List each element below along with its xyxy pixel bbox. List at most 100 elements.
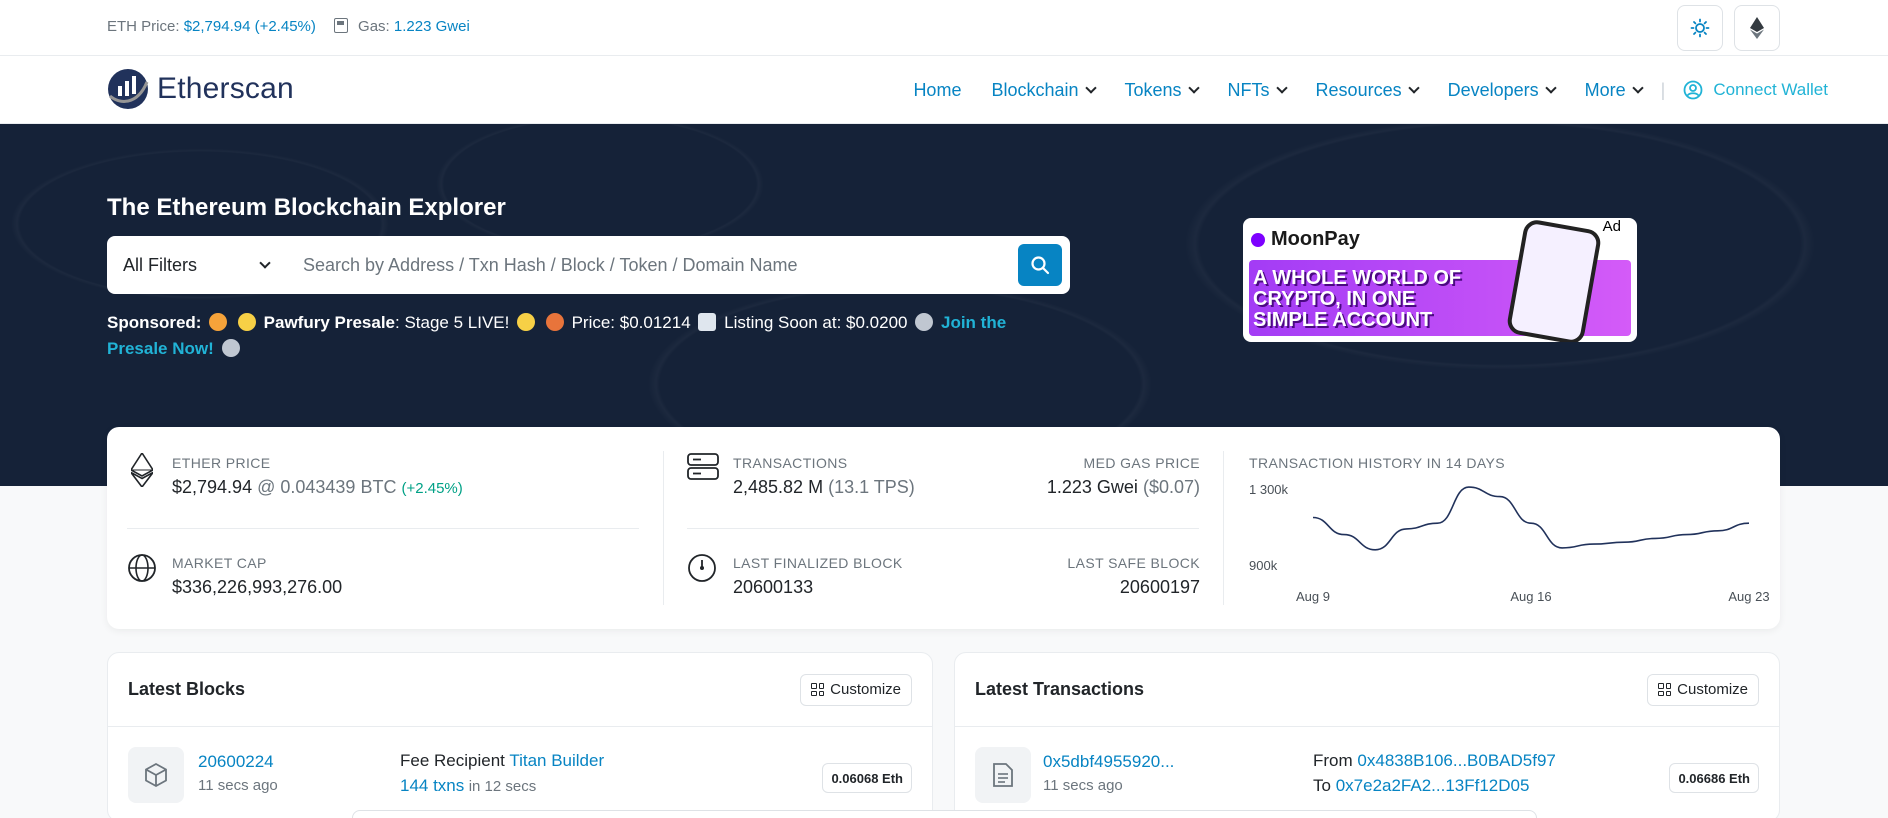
latest-blocks-panel: Latest Blocks Customize 20600224 11 secs… bbox=[107, 652, 933, 818]
sponsored-name: Pawfury Presale bbox=[263, 313, 396, 332]
main-navbar: Etherscan Home Blockchain Tokens NFTs Re… bbox=[0, 56, 1888, 124]
bottom-overlay-bar bbox=[352, 810, 1537, 818]
from-address-link[interactable]: 0x4838B106...B0BAD5f97 bbox=[1357, 751, 1555, 770]
page-title: The Ethereum Blockchain Explorer bbox=[107, 194, 506, 221]
sponsored-label: Sponsored: bbox=[107, 313, 202, 332]
transactions-value[interactable]: 2,485.82 M bbox=[733, 477, 823, 497]
transaction-hash-link[interactable]: 0x5dbf4955920... bbox=[1043, 752, 1174, 772]
nav-menu: Home Blockchain Tokens NFTs Resources De… bbox=[898, 56, 1828, 124]
nav-item-blockchain[interactable]: Blockchain bbox=[976, 80, 1109, 101]
transactions-label: TRANSACTIONS bbox=[733, 455, 848, 471]
ad-brand: MoonPay bbox=[1251, 228, 1360, 251]
block-reward-badge: 0.06068 Eth bbox=[822, 763, 912, 793]
med-gas-stat: MED GAS PRICE 1.223 Gwei ($0.07) bbox=[1047, 455, 1200, 498]
gauge-icon bbox=[688, 554, 716, 582]
search-filter-select[interactable]: All Filters bbox=[107, 236, 287, 294]
sponsored-price: Price: $0.01214 bbox=[571, 313, 691, 332]
gas-value[interactable]: 1.223 Gwei bbox=[394, 18, 470, 35]
eth-price-label: ETH Price: bbox=[107, 18, 180, 35]
med-gas-label: MED GAS PRICE bbox=[1083, 455, 1200, 471]
latest-blocks-title: Latest Blocks bbox=[128, 679, 246, 699]
nav-item-developers[interactable]: Developers bbox=[1433, 80, 1570, 101]
from-label: From bbox=[1313, 751, 1353, 770]
dog-emoji-icon bbox=[209, 313, 228, 331]
last-finalized-label: LAST FINALIZED BLOCK bbox=[733, 555, 903, 571]
etherscan-logo[interactable]: Etherscan bbox=[107, 68, 294, 110]
rocket-emoji-icon bbox=[915, 313, 934, 331]
block-txns-link[interactable]: 144 txns bbox=[400, 776, 464, 795]
transactions-tps: (13.1 TPS) bbox=[828, 477, 915, 497]
gas-price: Gas: 1.223 Gwei bbox=[333, 18, 470, 35]
ethereum-icon bbox=[131, 453, 153, 487]
med-gas-value[interactable]: 1.223 Gwei bbox=[1047, 477, 1138, 497]
chevron-down-icon bbox=[1187, 82, 1200, 94]
customize-label: Customize bbox=[1677, 681, 1748, 698]
transaction-age: 11 secs ago bbox=[1043, 777, 1123, 794]
nav-item-label: Home bbox=[913, 79, 962, 100]
grid-icon bbox=[811, 683, 825, 696]
customize-blocks-button[interactable]: Customize bbox=[800, 673, 912, 706]
eth-price: ETH Price: $2,794.94 (+2.45%) bbox=[107, 18, 316, 35]
med-gas-usd: ($0.07) bbox=[1142, 477, 1200, 497]
connect-wallet-button[interactable]: Connect Wallet bbox=[1669, 80, 1828, 100]
block-txns-time: in 12 secs bbox=[468, 778, 537, 795]
sun-icon bbox=[1690, 18, 1710, 38]
last-safe-value[interactable]: 20600197 bbox=[1067, 577, 1200, 598]
sponsored-text: Sponsored: Pawfury Presale: Stage 5 LIVE… bbox=[107, 310, 1037, 362]
to-address-link[interactable]: 0x7e2a2FA2...13Ff12D05 bbox=[1336, 776, 1530, 795]
nav-item-nfts[interactable]: NFTs bbox=[1213, 80, 1301, 101]
market-cap-label: MARKET CAP bbox=[172, 555, 267, 571]
y-tick-label: 1 300k bbox=[1249, 482, 1289, 497]
customize-label: Customize bbox=[830, 681, 901, 698]
last-finalized-stat: LAST FINALIZED BLOCK 20600133 bbox=[733, 555, 903, 598]
nav-item-more[interactable]: More bbox=[1570, 80, 1657, 101]
ether-price-stat: ETHER PRICE $2,794.94 @ 0.043439 BTC (+2… bbox=[172, 455, 463, 498]
grid-icon bbox=[1658, 683, 1672, 696]
market-cap-stat: MARKET CAP $336,226,993,276.00 bbox=[172, 555, 342, 598]
stats-divider bbox=[687, 528, 1199, 529]
stats-column-divider bbox=[663, 451, 664, 605]
search-input[interactable] bbox=[287, 254, 1018, 276]
block-cube-icon bbox=[128, 747, 184, 803]
search-button[interactable] bbox=[1018, 244, 1062, 286]
stats-column-divider bbox=[1223, 451, 1224, 605]
theme-toggle-button[interactable] bbox=[1677, 5, 1723, 51]
nav-item-home[interactable]: Home bbox=[898, 80, 976, 101]
ad-tag: Ad bbox=[1596, 218, 1627, 235]
last-finalized-value[interactable]: 20600133 bbox=[733, 577, 903, 598]
market-cap-value: $336,226,993,276.00 bbox=[172, 577, 343, 597]
transaction-row: 0x5dbf4955920... 11 secs ago From 0x4838… bbox=[955, 727, 1779, 807]
nav-item-tokens[interactable]: Tokens bbox=[1110, 80, 1213, 101]
ad-brand-name: MoonPay bbox=[1271, 228, 1360, 250]
rocket-emoji-icon bbox=[221, 339, 240, 357]
nav-item-label: Tokens bbox=[1124, 79, 1182, 100]
x-tick-label: Aug 23 bbox=[1728, 589, 1769, 604]
network-stats-card: ETHER PRICE $2,794.94 @ 0.043439 BTC (+2… bbox=[107, 427, 1780, 629]
stats-divider bbox=[127, 528, 639, 529]
chart-title-label: TRANSACTION HISTORY IN 14 DAYS bbox=[1249, 455, 1506, 471]
moonpay-ad-banner[interactable]: MoonPay A whole world of crypto, in one … bbox=[1243, 218, 1637, 342]
nav-item-label: Developers bbox=[1447, 79, 1539, 100]
nav-item-label: NFTs bbox=[1227, 79, 1270, 100]
connect-wallet-label: Connect Wallet bbox=[1713, 80, 1828, 99]
transaction-history-chart[interactable]: 1 300k 900k Aug 9 Aug 16 Aug 23 bbox=[1249, 481, 1769, 611]
network-switch-button[interactable] bbox=[1734, 5, 1780, 51]
ether-price-value[interactable]: $2,794.94 bbox=[172, 477, 252, 497]
chart-title: TRANSACTION HISTORY IN 14 DAYS bbox=[1249, 455, 1505, 471]
block-number-link[interactable]: 20600224 bbox=[198, 752, 274, 772]
nav-item-resources[interactable]: Resources bbox=[1301, 80, 1433, 101]
customize-transactions-button[interactable]: Customize bbox=[1647, 673, 1759, 706]
latest-transactions-panel: Latest Transactions Customize 0x5dbf4955… bbox=[954, 652, 1780, 818]
ether-price-btc: @ 0.043439 BTC bbox=[257, 477, 397, 497]
chevron-down-icon bbox=[1407, 82, 1420, 94]
gas-label: Gas: bbox=[358, 18, 390, 35]
fire-emoji-icon bbox=[545, 313, 564, 331]
nav-separator: | bbox=[1660, 79, 1666, 100]
sparkle-emoji-icon bbox=[237, 313, 256, 331]
ether-price-label: ETHER PRICE bbox=[172, 455, 271, 471]
fee-recipient-link[interactable]: Titan Builder bbox=[509, 751, 604, 770]
block-age: 11 secs ago bbox=[198, 777, 278, 794]
search-icon bbox=[1031, 256, 1050, 275]
eth-price-value[interactable]: $2,794.94 (+2.45%) bbox=[184, 18, 316, 35]
search-bar: All Filters bbox=[107, 236, 1070, 294]
